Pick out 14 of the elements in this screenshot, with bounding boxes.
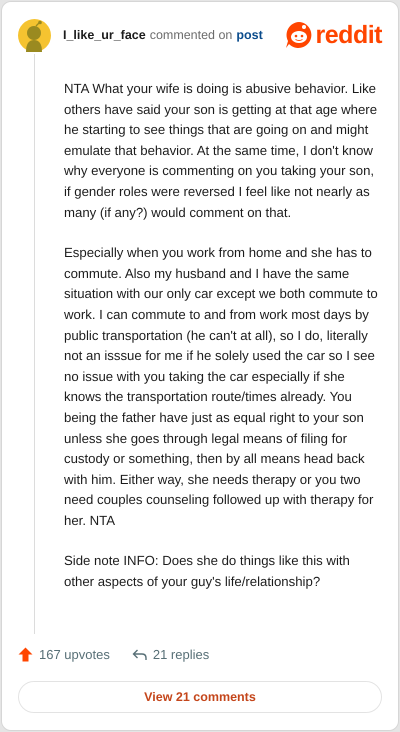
- comment-text: Side note INFO: Does she do things like this with other aspects of your guy's life/relationship?: [64, 552, 351, 592]
- view-comments-button[interactable]: View 21 comments: [18, 681, 382, 713]
- reply-icon[interactable]: [132, 646, 147, 662]
- reply-count: 21 replies: [152, 646, 210, 662]
- comment-action: commented on: [150, 28, 232, 42]
- comment-text: Especially when you work from home and she has to commute. Also my husband and I have the same situation with our only car except we both commute to work. I can commute to and from work most days by public transportation (he can't at all), so I do, literally not an isssue for me if he solely used the car so I see no issue with you taking the car especially if she knows the transportation route/times already. You being the father have just as equal right to your son unless she goes through legal means of filing for custody or something, then by all means head back with him. Either way, she needs therapy or you two need couples counseling followed up with therapy for her. NTA: [64, 244, 379, 530]
- post-link[interactable]: post: [236, 28, 263, 42]
- avatar-icon: [18, 18, 51, 52]
- comment-text: NTA What your wife is doing is abusive behavior. Like others have said your son is getting at that age where he starting to see things that are going on and might emulate that behavior. At the same time, I don't know why everyone is commenting on you taking your son, if gender roles were reversed I feel like not nearly as many (if any?) would comment on that.: [64, 80, 378, 222]
- mascot-icon: [284, 21, 313, 49]
- username[interactable]: I_like_ur_face: [63, 28, 146, 42]
- upvote-count: 167 upvotes: [39, 646, 110, 662]
- reddit-logo: reddit: [316, 20, 382, 50]
- upvote-icon[interactable]: [18, 646, 33, 662]
